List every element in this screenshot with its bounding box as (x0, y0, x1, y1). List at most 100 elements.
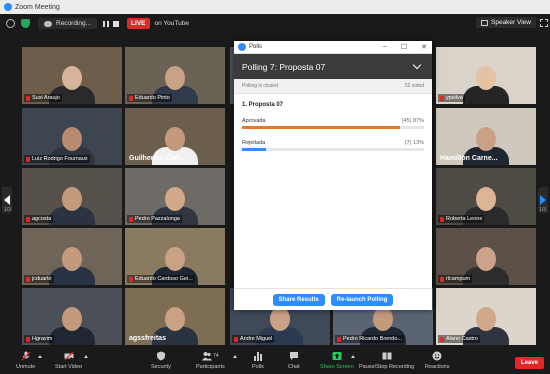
voted-count: 52 voted (404, 83, 424, 89)
muted-mic-icon (440, 95, 444, 101)
reactions-button[interactable]: Reactions (425, 351, 449, 370)
zoom-logo-icon (238, 43, 246, 51)
participants-button[interactable]: 74 Participants (196, 351, 225, 370)
relaunch-polling-button[interactable]: Re-launch Polling (330, 293, 394, 306)
participant-name-text: jcduarte (32, 276, 52, 282)
participant-name: agcosta (24, 215, 54, 223)
security-button[interactable]: Security (151, 351, 171, 370)
option-label: Rejeitada (242, 140, 266, 146)
participant-name: agssfreitas (127, 334, 168, 343)
muted-mic-icon (26, 276, 30, 282)
video-options-caret[interactable] (84, 355, 88, 358)
option-aprovada: Aprovada (45) 87% (242, 118, 424, 129)
share-screen-label: Share Screen (320, 364, 354, 370)
microphone-muted-icon (21, 351, 31, 361)
participant-tile[interactable]: ypsilva (436, 47, 536, 104)
participant-tile[interactable]: Alano Castro (436, 288, 536, 345)
participant-name-text: Roberta Leone (446, 216, 483, 222)
share-options-caret[interactable] (351, 355, 355, 358)
participant-name-text: Alano Castro (446, 336, 478, 342)
share-screen-button[interactable]: Share Screen (320, 351, 354, 370)
participant-tile[interactable]: jcduarte (22, 228, 122, 285)
participant-name-text: Luiz Rodrigo Fournaux (32, 156, 88, 162)
maximize-icon[interactable]: ☐ (401, 43, 407, 51)
polls-window-title: Polls (249, 44, 263, 50)
participant-tile[interactable]: Susi Araujo (22, 47, 122, 104)
participant-tile[interactable]: Pedro Pazzalunga (125, 168, 225, 225)
leave-button[interactable]: Leave (514, 357, 544, 369)
participant-tile[interactable]: Eduardo Cardoso Gei... (125, 228, 225, 285)
chat-label: Chat (288, 364, 300, 370)
participant-name: Guilherme Carr... (127, 154, 187, 163)
speaker-view-button[interactable]: Speaker View (476, 17, 536, 28)
share-results-button[interactable]: Share Results (272, 293, 325, 306)
participant-name: jcduarte (24, 275, 54, 283)
participant-name-text: Andre Miguel (240, 336, 273, 342)
reactions-label: Reactions (425, 364, 450, 370)
page-indicator-left: 1/3 (4, 207, 11, 213)
participant-name: Pedro Ricardo Brendo... (335, 335, 405, 343)
chat-button[interactable]: Chat (288, 351, 300, 370)
participant-name: ypsilva (438, 94, 465, 102)
poll-status-bar: Polling is closed 52 voted (234, 79, 432, 94)
participant-tile[interactable]: Hamilton Carne... (436, 108, 536, 165)
participant-name-text: agssfreitas (129, 335, 166, 342)
participant-tile[interactable]: Hgravim (22, 288, 122, 345)
poll-selector[interactable]: Polling 7: Proposta 07 (234, 54, 432, 79)
minimize-icon[interactable]: – (383, 43, 387, 51)
polls-window: Polls – ☐ ✕ Polling 7: Proposta 07 Polli… (234, 41, 432, 310)
start-video-button[interactable]: Start Video (55, 351, 82, 370)
result-bar-fill (242, 126, 401, 129)
participant-name: Andre Miguel (232, 335, 275, 343)
participant-name-text: Hgravim (32, 336, 53, 342)
participant-video (49, 247, 95, 285)
muted-mic-icon (337, 336, 341, 342)
close-icon[interactable]: ✕ (421, 43, 427, 51)
participant-name-text: agcosta (32, 216, 52, 222)
participant-video (49, 187, 95, 225)
meeting-top-bar: Recording... LIVE on YouTube Speaker Vie… (0, 14, 550, 33)
chevron-down-icon (412, 60, 422, 70)
polls-button[interactable]: Polls (252, 351, 264, 370)
info-icon[interactable] (6, 19, 15, 28)
muted-mic-icon (129, 95, 133, 101)
window-title-bar: Zoom Meeting (0, 0, 550, 14)
muted-mic-icon (26, 336, 30, 342)
zoom-logo-icon (4, 3, 12, 11)
participant-name-text: rlcampum (446, 276, 471, 282)
participant-name: Susi Araujo (24, 94, 62, 102)
page-indicator-right: 1/3 (539, 207, 546, 213)
participant-name-text: Hamilton Carne... (440, 155, 498, 162)
meeting-controls: Unmute Start Video Security 74 Participa… (0, 349, 550, 374)
option-result: (45) 87% (401, 118, 424, 124)
polls-label: Polls (252, 364, 264, 370)
audio-options-caret[interactable] (38, 355, 42, 358)
participant-name-text: Guilherme Carr... (129, 155, 186, 162)
shield-icon[interactable] (21, 19, 30, 28)
participants-count: 74 (213, 353, 219, 359)
pause-icon[interactable] (103, 20, 110, 27)
youtube-dropdown[interactable]: on YouTube (155, 20, 189, 27)
participant-tile[interactable]: Roberta Leone (436, 168, 536, 225)
recording-label: Recording... (56, 20, 92, 27)
security-label: Security (151, 364, 171, 370)
participant-tile[interactable]: agcosta (22, 168, 122, 225)
participant-tile[interactable]: Luiz Rodrigo Fournaux (22, 108, 122, 165)
participant-name: Alano Castro (438, 335, 480, 343)
participant-tile[interactable]: agssfreitas (125, 288, 225, 345)
stop-icon[interactable] (113, 20, 120, 27)
muted-mic-icon (440, 216, 444, 222)
recording-indicator: Recording... (38, 18, 98, 29)
participants-options-caret[interactable] (233, 355, 237, 358)
participant-video (49, 307, 95, 345)
poll-heading: Polling 7: Proposta 07 (242, 61, 326, 72)
participant-tile[interactable]: Guilherme Carr... (125, 108, 225, 165)
unmute-button[interactable]: Unmute (16, 351, 35, 370)
participant-video (463, 66, 509, 104)
participant-tile[interactable]: rlcampum (436, 228, 536, 285)
fullscreen-icon[interactable] (540, 19, 548, 27)
muted-mic-icon (26, 216, 30, 222)
participant-tile[interactable]: Eduardo Pinto (125, 47, 225, 104)
pause-stop-recording-button[interactable]: Pause/Stop Recording (359, 351, 414, 370)
poll-results: 1. Proposta 07 Aprovada (45) 87% Rejeita… (234, 94, 432, 151)
